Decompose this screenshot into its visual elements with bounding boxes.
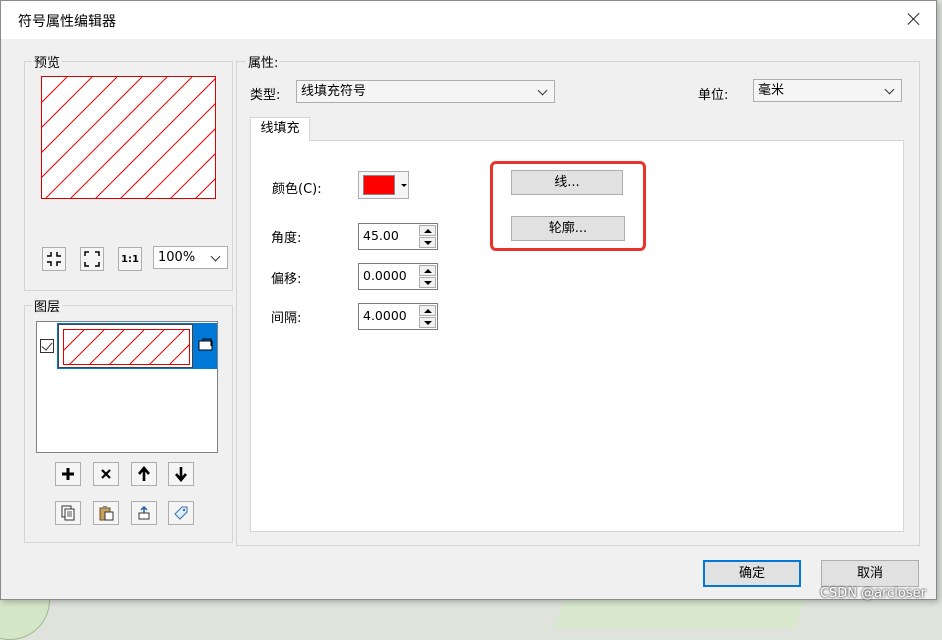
type-label: 类型: — [250, 88, 281, 103]
close-button[interactable] — [900, 6, 928, 32]
layers-group-label: 图层 — [32, 296, 63, 315]
ok-button[interactable]: 确定 — [703, 560, 801, 587]
angle-spinner[interactable]: 45.00 — [358, 223, 438, 250]
chevron-down-icon — [537, 85, 548, 96]
undo-layer-icon[interactable] — [131, 501, 157, 525]
watermark: CSDN @arcloser — [819, 586, 926, 601]
unit-value: 毫米 — [758, 83, 785, 98]
tag-icon[interactable] — [168, 501, 194, 525]
type-select[interactable]: 线填充符号 — [296, 80, 555, 103]
spacing-value: 4.0000 — [363, 308, 407, 323]
move-up-icon[interactable] — [131, 462, 157, 486]
offset-increment-icon[interactable] — [419, 265, 436, 276]
symbol-property-editor-dialog: 符号属性编辑器 预览 1:1 100% 图层 属性: 类型: 线填充符号 单位:… — [0, 0, 937, 600]
spinner-buttons — [419, 265, 436, 288]
type-value: 线填充符号 — [301, 84, 367, 99]
spinner-buttons — [419, 225, 436, 248]
layer-list[interactable] — [36, 321, 218, 453]
add-layer-icon[interactable] — [55, 462, 81, 486]
spacing-decrement-icon[interactable] — [419, 317, 436, 328]
unit-label: 单位: — [698, 88, 729, 103]
background-map-shape — [554, 598, 806, 628]
copy-layer-icon[interactable] — [55, 501, 81, 525]
paste-layer-icon[interactable] — [93, 501, 119, 525]
remove-layer-icon[interactable] — [93, 462, 119, 486]
dialog-title: 符号属性编辑器 — [18, 14, 116, 30]
layer-swatch — [63, 329, 190, 365]
chevron-down-icon — [210, 251, 221, 262]
angle-increment-icon[interactable] — [419, 225, 436, 236]
offset-label: 偏移: — [271, 272, 302, 287]
outline-settings-button[interactable]: 轮廓... — [511, 216, 625, 241]
title-bar: 符号属性编辑器 — [1, 1, 936, 39]
actual-size-icon[interactable]: 1:1 — [118, 247, 142, 271]
line-settings-button[interactable]: 线... — [511, 170, 623, 195]
angle-label: 角度: — [271, 231, 302, 246]
zoom-fit-icon[interactable] — [42, 247, 66, 271]
preview-group-label: 预览 — [32, 52, 63, 71]
layer-item[interactable] — [57, 323, 217, 369]
color-swatch — [363, 175, 395, 195]
zoom-value: 100% — [158, 250, 196, 265]
offset-decrement-icon[interactable] — [419, 277, 436, 288]
properties-group-label: 属性: — [246, 52, 281, 71]
zoom-select[interactable]: 100% — [153, 246, 228, 269]
chevron-down-icon — [884, 84, 895, 95]
spinner-buttons — [419, 305, 436, 328]
move-down-icon[interactable] — [168, 462, 194, 486]
dropdown-arrow-icon — [401, 184, 407, 187]
tab-line-fill[interactable]: 线填充 — [250, 117, 310, 141]
offset-value: 0.0000 — [363, 268, 407, 283]
spacing-spinner[interactable]: 4.0000 — [358, 303, 438, 330]
angle-value: 45.00 — [363, 228, 399, 243]
layer-lock-icon[interactable] — [198, 337, 214, 351]
zoom-full-icon[interactable] — [80, 247, 104, 271]
color-picker-button[interactable] — [358, 171, 409, 199]
angle-decrement-icon[interactable] — [419, 237, 436, 248]
layer-swatch-frame — [58, 324, 193, 368]
offset-spinner[interactable]: 0.0000 — [358, 263, 438, 290]
color-label: 颜色(C): — [272, 182, 322, 197]
symbol-preview — [41, 76, 216, 199]
cancel-button[interactable]: 取消 — [821, 560, 919, 587]
spacing-label: 间隔: — [271, 311, 302, 326]
spacing-increment-icon[interactable] — [419, 305, 436, 316]
unit-select[interactable]: 毫米 — [753, 79, 902, 102]
layer-visibility-checkbox[interactable] — [40, 339, 54, 353]
